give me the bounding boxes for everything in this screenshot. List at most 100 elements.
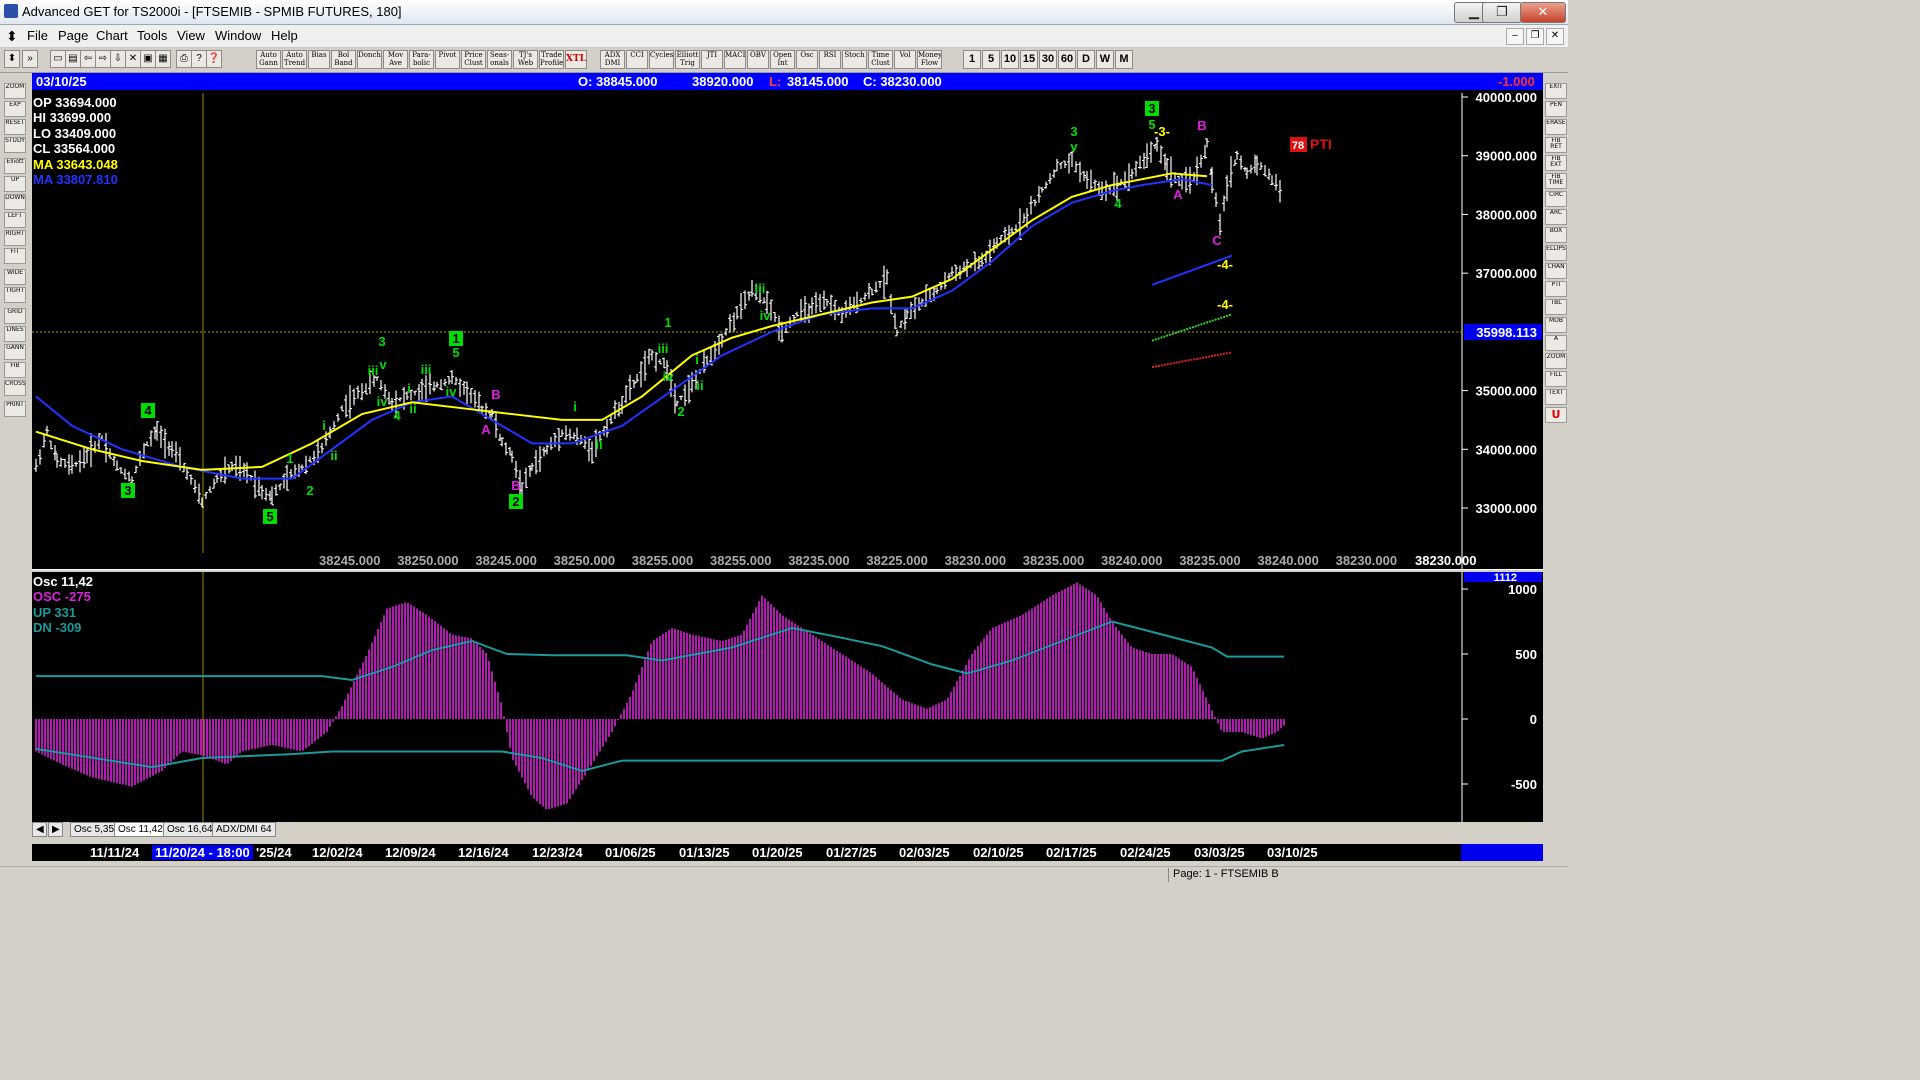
left-tool-lines-icon[interactable]: LINES (4, 326, 26, 342)
close-button[interactable]: ✕ (1520, 2, 1566, 23)
left-tool-gann-icon[interactable]: GANN (4, 344, 26, 360)
study-button-seas-onals[interactable]: Seas-onals (487, 50, 512, 69)
right-tool-a-icon[interactable]: A (1545, 335, 1567, 351)
interval-button-30[interactable]: 30 (1039, 50, 1057, 69)
left-tool-right-icon[interactable]: RIGHT (4, 230, 26, 246)
mdi-close-button[interactable]: ✕ (1546, 28, 1564, 45)
right-tool-pen-icon[interactable]: PEN (1545, 101, 1567, 117)
interval-button-5[interactable]: 5 (982, 50, 1000, 69)
tab-osc-16-64[interactable]: Osc 16,64 (163, 822, 217, 837)
toolbar-icon-3[interactable]: ⇨ (95, 50, 111, 68)
tab-scroll-right-icon[interactable]: ▶ (48, 822, 63, 837)
right-tool-fill-icon[interactable]: FILL (1545, 371, 1567, 387)
right-tool-fib-time-icon[interactable]: FIB TIME (1545, 173, 1567, 189)
right-tool-chan-icon[interactable]: CHAN (1545, 263, 1567, 279)
left-tool-tight-icon[interactable]: TIGHT (4, 287, 26, 303)
tab-osc-5-35[interactable]: Osc 5,35 (70, 822, 119, 837)
study-button-adx-dmi[interactable]: ADX DMI (600, 50, 625, 69)
left-tool-grid-icon[interactable]: GRID (4, 308, 26, 324)
right-tool-pti-icon[interactable]: PTI (1545, 281, 1567, 297)
study-button-auto-trend[interactable]: Auto Trend (282, 50, 307, 69)
menu-chart[interactable]: Chart (96, 28, 128, 43)
left-tool-up-icon[interactable]: UP (4, 176, 26, 192)
study-button-bias[interactable]: Bias (308, 50, 330, 69)
right-tool-text-icon[interactable]: TEXT (1545, 389, 1567, 405)
price-chart-panel[interactable]: 40000.000 39000.000 38000.000 37000.000 3500… (32, 73, 1543, 570)
study-button-osc[interactable]: Osc (796, 50, 818, 69)
left-tool-print-icon[interactable]: PRINT (4, 401, 26, 417)
left-tool-elliott-icon[interactable]: Elliott (4, 158, 26, 174)
study-button-open-int[interactable]: Open Int (770, 50, 795, 69)
app-menu-icon[interactable]: ⬍ (6, 28, 18, 45)
study-button-xtl[interactable]: XTL (565, 50, 587, 69)
left-tool-fit-icon[interactable]: FIT (4, 248, 26, 264)
right-tool-fib-ret-icon[interactable]: FIB RET (1545, 137, 1567, 153)
left-tool-exp-icon[interactable]: EXP (4, 101, 26, 117)
interval-button-10[interactable]: 10 (1001, 50, 1019, 69)
study-button-para-bolic[interactable]: Para-bolic (409, 50, 434, 69)
toolbar-icon-10[interactable]: ❓ (206, 50, 222, 68)
left-tool-left-icon[interactable]: LEFT (4, 212, 26, 228)
oscillator-svg[interactable]: 111210005000-500 (32, 572, 1543, 822)
right-tool-arc-icon[interactable]: ARC (1545, 209, 1567, 225)
right-tool-ellips-icon[interactable]: ELLIPS (1545, 245, 1567, 261)
study-button-bol-band[interactable]: Bol Band (331, 50, 356, 69)
study-button-jti[interactable]: JTI (701, 50, 723, 69)
left-tool-zoom-icon[interactable]: ZOOM (4, 83, 26, 99)
mdi-restore-button[interactable]: ❐ (1526, 28, 1544, 45)
right-tool-box-icon[interactable]: BOX (1545, 227, 1567, 243)
interval-button-w[interactable]: W (1096, 50, 1114, 69)
study-button-elliott-trig[interactable]: Elliott Trig (675, 50, 700, 69)
right-tool-circ-icon[interactable]: CIRC (1545, 191, 1567, 207)
price-chart-svg[interactable]: 40000.000 39000.000 38000.000 37000.000 3500… (32, 73, 1543, 570)
study-button-trade-profile[interactable]: Trade Profile (539, 50, 564, 69)
menu-view[interactable]: View (177, 28, 205, 43)
left-tool-cross-icon[interactable]: CROSS (4, 380, 26, 396)
toolbar-icon-2[interactable]: ⇦ (80, 50, 96, 68)
toolbar-icon-5[interactable]: ✕ (125, 50, 141, 68)
study-button-money-flow[interactable]: Money Flow (917, 50, 942, 69)
toolbar-icon-0[interactable]: ▭ (50, 50, 66, 68)
tab-adx-dmi-64[interactable]: ADX/DMI 64 (212, 822, 276, 837)
right-tool-zoom-icon[interactable]: ZOOM (1545, 353, 1567, 369)
left-tool-study-icon[interactable]: STUDY (4, 137, 26, 153)
toolbar-icon-4[interactable]: ⇩ (110, 50, 126, 68)
right-tool-erase-icon[interactable]: ERASE (1545, 119, 1567, 135)
right-tool-mob-icon[interactable]: MOB (1545, 317, 1567, 333)
study-button-time-clust[interactable]: Time Clust (868, 50, 893, 69)
study-button-vol[interactable]: Vol (894, 50, 916, 69)
menu-file[interactable]: File (27, 28, 48, 43)
right-tool-u-icon[interactable]: U (1545, 407, 1567, 423)
right-tool-fib-ext-icon[interactable]: FIB EXT (1545, 155, 1567, 171)
study-button-cci[interactable]: CCI (626, 50, 648, 69)
study-button-tj-s-web[interactable]: TJ's Web (513, 50, 538, 69)
interval-button-m[interactable]: M (1115, 50, 1133, 69)
study-button-price-clust[interactable]: Price Clust (461, 50, 486, 69)
interval-button-1[interactable]: 1 (963, 50, 981, 69)
toolbar-icon-6[interactable]: ▣ (140, 50, 156, 68)
left-tool-wide-icon[interactable]: WIDE (4, 269, 26, 285)
tab-scroll-left-icon[interactable]: ◀ (32, 822, 47, 837)
menu-tools[interactable]: Tools (137, 28, 167, 43)
mdi-minimize-button[interactable]: – (1506, 28, 1524, 45)
interval-button-15[interactable]: 15 (1020, 50, 1038, 69)
left-tool-fib-icon[interactable]: FIB (4, 362, 26, 378)
right-tool-exit-icon[interactable]: EXIT (1545, 83, 1567, 99)
tab-osc-11-42[interactable]: Osc 11,42 (114, 822, 167, 837)
interval-button-d[interactable]: D (1077, 50, 1095, 69)
toolbar-icon-8[interactable]: ⎙ (176, 50, 192, 68)
interval-button-60[interactable]: 60 (1058, 50, 1076, 69)
right-tool-tbl-icon[interactable]: TBL (1545, 299, 1567, 315)
study-button-obv[interactable]: OBV (747, 50, 769, 69)
toolbar-more-icon[interactable]: » (22, 50, 38, 68)
study-button-macd[interactable]: MACD (724, 50, 746, 69)
study-button-pivot[interactable]: Pivot (435, 50, 460, 69)
study-button-rsi[interactable]: RSI (819, 50, 841, 69)
left-tool-down-icon[interactable]: DOWN (4, 194, 26, 210)
study-button-donch[interactable]: Donch (357, 50, 382, 69)
left-tool-reset-icon[interactable]: RESET (4, 119, 26, 135)
maximize-button[interactable]: ❐ (1482, 2, 1522, 23)
study-button-cycles[interactable]: Cycles (649, 50, 674, 69)
menu-help[interactable]: Help (271, 28, 298, 43)
toolbar-grip-icon[interactable]: ⬍ (4, 50, 20, 68)
